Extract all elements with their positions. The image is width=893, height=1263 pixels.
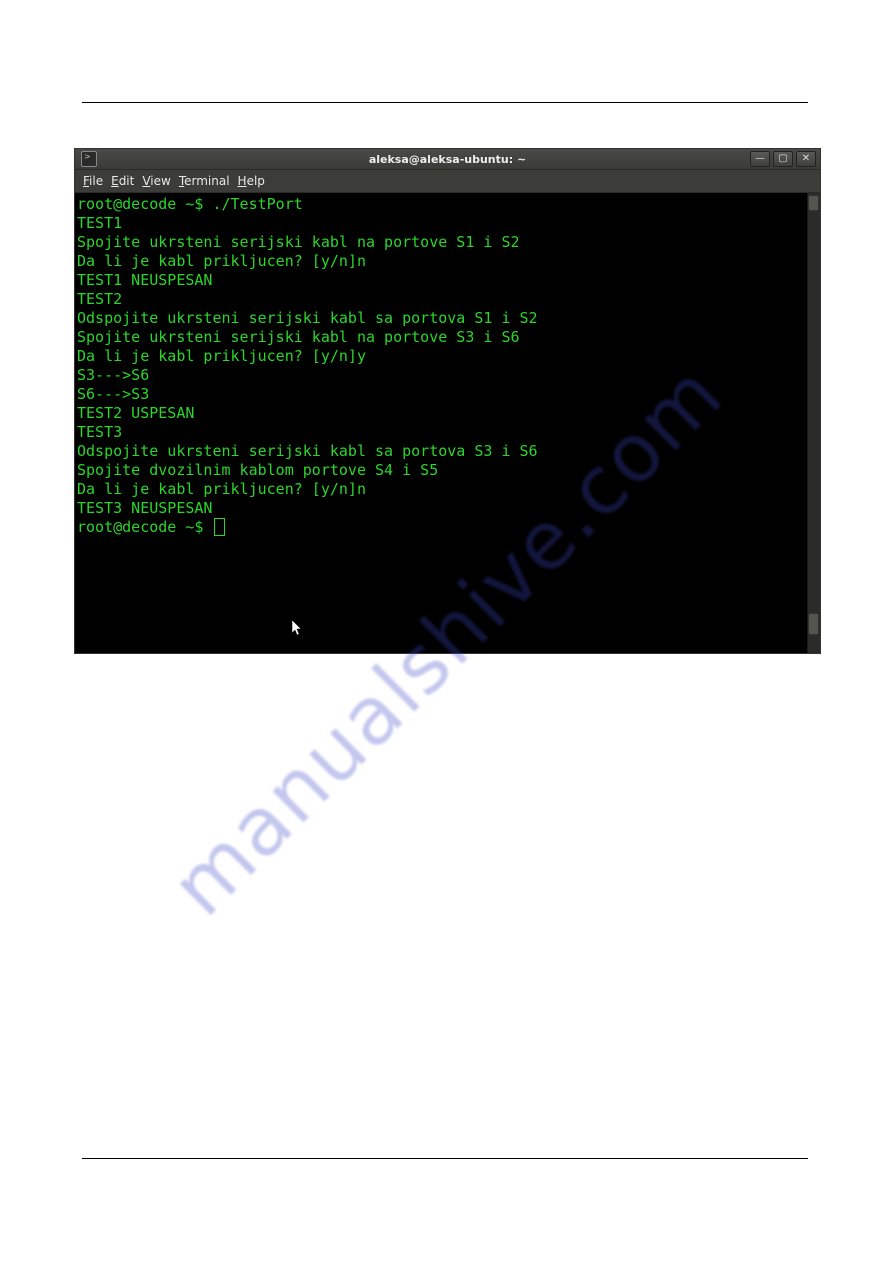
menubar: File Edit View Terminal Help	[75, 170, 820, 193]
divider-top	[82, 102, 808, 103]
scroll-thumb[interactable]	[808, 613, 819, 635]
window-controls: — ▢ ✕	[750, 151, 816, 167]
terminal-window: aleksa@aleksa-ubuntu: ~ — ▢ ✕ File Edit …	[74, 148, 821, 654]
terminal-body-wrap: root@decode ~$ ./TestPortTEST1Spojite uk…	[75, 193, 820, 653]
minimize-button[interactable]: —	[750, 151, 770, 167]
terminal-icon	[81, 151, 97, 167]
terminal-cursor	[214, 518, 225, 536]
scrollbar[interactable]	[807, 193, 820, 653]
menu-edit[interactable]: Edit	[111, 174, 134, 188]
scroll-marker-top[interactable]	[808, 195, 819, 211]
close-button[interactable]: ✕	[796, 151, 816, 167]
minimize-icon: —	[755, 154, 765, 164]
maximize-icon: ▢	[778, 154, 787, 164]
close-icon: ✕	[802, 154, 810, 164]
terminal-output[interactable]: root@decode ~$ ./TestPortTEST1Spojite uk…	[75, 193, 820, 653]
divider-bottom	[82, 1158, 808, 1159]
menu-help[interactable]: Help	[238, 174, 265, 188]
titlebar[interactable]: aleksa@aleksa-ubuntu: ~ — ▢ ✕	[75, 149, 820, 170]
maximize-button[interactable]: ▢	[773, 151, 793, 167]
menu-view[interactable]: View	[142, 174, 170, 188]
menu-file[interactable]: File	[83, 174, 103, 188]
menu-terminal[interactable]: Terminal	[179, 174, 230, 188]
window-title: aleksa@aleksa-ubuntu: ~	[75, 153, 820, 166]
